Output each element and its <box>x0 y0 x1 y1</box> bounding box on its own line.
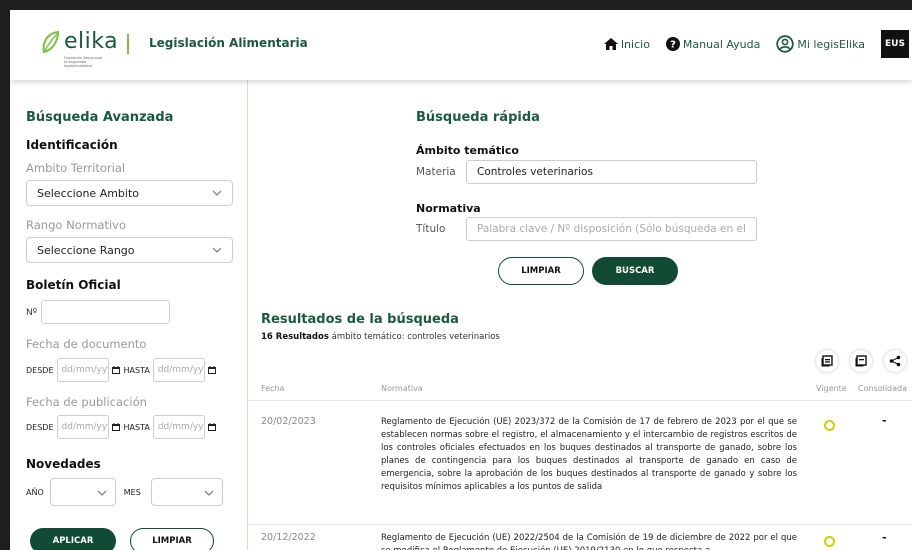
col-consolidada: Consolidada <box>858 384 908 393</box>
result-1-date: 20/02/2023 <box>261 416 316 427</box>
nav-manual-ayuda[interactable]: ? Manual Ayuda <box>665 37 761 51</box>
results-count: 16 Resultados <box>261 332 329 342</box>
fecha-pub-desde-input[interactable]: dd/mm/yyyy <box>56 415 109 439</box>
nav-inicio-label: Inicio <box>620 37 650 51</box>
calendar-icon[interactable] <box>207 366 216 374</box>
limpiar-sidebar-button[interactable]: LIMPIAR <box>130 528 214 550</box>
window-frame-top <box>0 0 912 10</box>
mes-select[interactable] <box>150 478 223 506</box>
advanced-search-title: Búsqueda Avanzada <box>26 110 174 125</box>
fecha-publicacion-range: DESDE dd/mm/yyyy HASTA dd/mm/yyyy <box>26 415 241 439</box>
chevron-down-icon <box>212 247 222 253</box>
svg-text:?: ? <box>670 40 676 51</box>
vigente-indicator <box>824 420 835 431</box>
calendar-icon[interactable] <box>111 423 120 431</box>
leaf-icon <box>42 30 60 54</box>
result-2-consolidada: - <box>882 531 887 544</box>
boletin-heading: Boletín Oficial <box>26 278 121 292</box>
rango-label: Rango Normativo <box>26 218 127 232</box>
hasta-label: HASTA <box>123 422 150 432</box>
chevron-down-icon <box>204 490 214 496</box>
results-filter: ámbito temático: controles veterinarios <box>331 332 500 342</box>
titulo-input[interactable]: Palabra clave / Nº disposición (Sólo bús… <box>466 217 757 241</box>
home-icon <box>603 38 618 50</box>
site-title[interactable]: Legislación Alimentaria <box>149 36 308 50</box>
result-2-date: 20/12/2022 <box>261 532 316 543</box>
table-row-divider <box>248 524 912 525</box>
fecha-documento-label: Fecha de documento <box>26 337 147 351</box>
identificacion-heading: Identificación <box>26 138 118 152</box>
result-1-text[interactable]: Reglamento de Ejecución (UE) 2023/372 de… <box>381 416 797 494</box>
advanced-search-sidebar: Búsqueda Avanzada Identificación Ambito … <box>10 80 248 550</box>
logo-subtitle: Fundación Vasca para la Seguridad Agroal… <box>64 56 103 68</box>
novedades-heading: Novedades <box>26 457 101 471</box>
rango-select-value: Seleccione Rango <box>37 243 135 257</box>
export-icon <box>821 355 833 367</box>
rango-select[interactable]: Seleccione Rango <box>26 237 233 263</box>
result-2-text[interactable]: Reglamento de Ejecución (UE) 2022/2504 d… <box>381 532 797 550</box>
desde-label: DESDE <box>26 422 54 432</box>
limpiar-quick-button[interactable]: LIMPIAR <box>498 257 584 285</box>
ambito-select[interactable]: Seleccione Ambito <box>26 180 233 206</box>
materia-input[interactable]: Controles veterinarios <box>466 160 757 184</box>
col-normativa: Normativa <box>381 384 423 393</box>
elika-logo[interactable]: elika Fundación Vasca para la Seguridad … <box>40 29 119 68</box>
window-frame-left <box>0 0 10 550</box>
fecha-publicacion-label: Fecha de publicación <box>26 395 147 409</box>
chevron-down-icon <box>212 190 222 196</box>
fecha-documento-range: DESDE dd/mm/yyyy HASTA dd/mm/yyyy <box>26 358 241 382</box>
desde-label: DESDE <box>26 365 54 375</box>
vigente-indicator <box>824 536 835 547</box>
nav-inicio[interactable]: Inicio <box>603 37 650 51</box>
nav-manual-label: Manual Ayuda <box>682 37 761 51</box>
fecha-doc-hasta-input[interactable]: dd/mm/yyyy <box>152 358 205 382</box>
logo-text: elika <box>64 29 119 54</box>
numero-input[interactable] <box>41 300 170 324</box>
export-list-button[interactable] <box>850 350 872 372</box>
results-summary: 16 Resultados ámbito temático: controles… <box>261 332 500 342</box>
table-header-divider <box>248 400 912 401</box>
materia-label: Materia <box>416 166 456 178</box>
aplicar-button[interactable]: APLICAR <box>30 528 116 550</box>
col-vigente: Vigente <box>816 384 847 393</box>
numero-label: Nº <box>26 308 37 318</box>
site-header: elika Fundación Vasca para la Seguridad … <box>10 10 912 80</box>
top-nav: Inicio ? Manual Ayuda Mi legisElika EUS <box>603 28 912 60</box>
calendar-icon[interactable] <box>111 366 120 374</box>
help-icon: ? <box>665 37 680 51</box>
anio-label: AÑO <box>26 487 44 497</box>
ambito-tematico-heading: Ámbito temático <box>416 144 519 157</box>
browser-window: elika Fundación Vasca para la Seguridad … <box>10 10 912 550</box>
fecha-pub-hasta-input[interactable]: dd/mm/yyyy <box>152 415 205 439</box>
user-circle-icon <box>776 35 795 53</box>
ambito-label: Ambito Territorial <box>26 161 126 175</box>
quick-search-title: Búsqueda rápida <box>416 110 540 125</box>
nav-mi-label: Mi legisElika <box>797 37 865 51</box>
anio-select[interactable] <box>49 478 116 506</box>
copy-icon <box>855 355 867 367</box>
normativa-heading: Normativa <box>416 202 481 215</box>
share-button[interactable] <box>884 350 906 372</box>
language-toggle[interactable]: EUS <box>881 30 909 58</box>
ambito-select-value: Seleccione Ambito <box>37 186 140 200</box>
share-icon <box>889 355 901 367</box>
calendar-icon[interactable] <box>207 423 216 431</box>
buscar-button[interactable]: BUSCAR <box>592 257 678 285</box>
result-1-consolidada: - <box>882 414 887 427</box>
titulo-label: Título <box>416 223 446 235</box>
results-title: Resultados de la búsqueda <box>261 312 459 327</box>
col-fecha: Fecha <box>261 384 285 393</box>
export-pdf-button[interactable] <box>816 350 838 372</box>
nav-mi-legiselika[interactable]: Mi legisElika <box>776 35 865 53</box>
novedades-filters: AÑO MES <box>26 478 241 506</box>
mes-label: MES <box>123 487 141 497</box>
chevron-down-icon <box>97 490 107 496</box>
hasta-label: HASTA <box>123 365 150 375</box>
fecha-doc-desde-input[interactable]: dd/mm/yyyy <box>56 358 109 382</box>
header-divider <box>127 34 129 54</box>
